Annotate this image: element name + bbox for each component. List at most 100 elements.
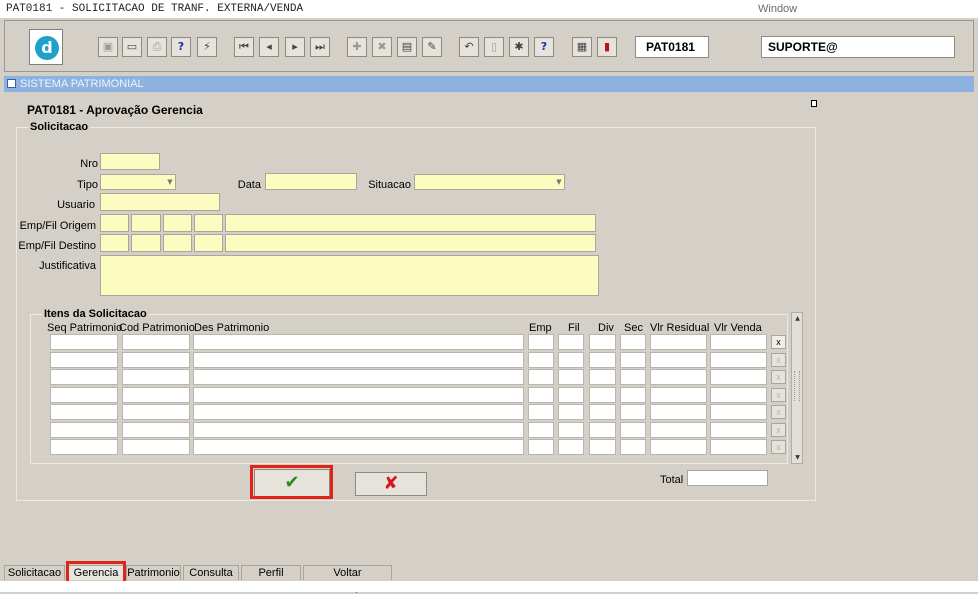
last-record-button[interactable]: ⏭	[310, 37, 330, 57]
query-button[interactable]: ?	[171, 37, 191, 57]
origem-emp-field[interactable]	[100, 214, 129, 232]
table-cell[interactable]	[528, 369, 554, 385]
table-cell[interactable]	[193, 421, 524, 438]
cancel-button[interactable]: ✘	[355, 472, 427, 496]
delete-record-button[interactable]: ✖	[372, 37, 392, 57]
delete-row-button[interactable]: x	[771, 405, 786, 419]
table-cell[interactable]	[122, 334, 190, 350]
destino-desc-field[interactable]	[225, 234, 596, 252]
table-cell[interactable]	[710, 351, 767, 368]
save-button[interactable]: ▣	[98, 37, 118, 57]
table-cell[interactable]	[650, 404, 707, 420]
delete-row-button[interactable]: x	[771, 440, 786, 454]
clear-record-button[interactable]: ▤	[397, 37, 417, 57]
table-cell[interactable]	[620, 334, 646, 350]
table-cell[interactable]	[50, 404, 118, 420]
tab-solicitacao[interactable]: Solicitacao	[4, 565, 65, 580]
table-cell[interactable]	[589, 369, 616, 385]
justificativa-textarea[interactable]	[100, 255, 599, 296]
table-cell[interactable]	[558, 351, 584, 368]
table-cell[interactable]	[650, 369, 707, 385]
table-cell[interactable]	[589, 404, 616, 420]
print-button[interactable]: ⎙	[147, 37, 167, 57]
next-record-button[interactable]: ▸	[285, 37, 305, 57]
delete-row-button[interactable]: x	[771, 335, 786, 349]
table-cell[interactable]	[122, 421, 190, 438]
usuario-field[interactable]	[100, 193, 220, 211]
tab-patrimonio[interactable]: Patrimonio	[126, 565, 181, 580]
table-cell[interactable]	[122, 351, 190, 368]
table-cell[interactable]	[122, 439, 190, 455]
items-scrollbar[interactable]: ▲ ▼	[791, 312, 803, 464]
table-cell[interactable]	[558, 386, 584, 403]
clipboard-button[interactable]: ▯	[484, 37, 504, 57]
table-cell[interactable]	[50, 439, 118, 455]
table-cell[interactable]	[193, 334, 524, 350]
table-cell[interactable]	[589, 386, 616, 403]
scroll-grip[interactable]	[794, 371, 800, 401]
table-cell[interactable]	[620, 351, 646, 368]
origem-div-field[interactable]	[163, 214, 192, 232]
tab-consulta[interactable]: Consulta	[183, 565, 239, 580]
situacao-select[interactable]: ▼	[414, 174, 565, 190]
table-cell[interactable]	[650, 334, 707, 350]
table-cell[interactable]	[528, 421, 554, 438]
table-cell[interactable]	[122, 386, 190, 403]
chevron-down-icon[interactable]: ▼	[165, 175, 175, 189]
table-cell[interactable]	[620, 404, 646, 420]
table-cell[interactable]	[528, 334, 554, 350]
table-cell[interactable]	[528, 386, 554, 403]
origem-sec-field[interactable]	[194, 214, 223, 232]
delete-row-button[interactable]: x	[771, 352, 786, 367]
table-cell[interactable]	[50, 421, 118, 438]
table-cell[interactable]	[710, 386, 767, 403]
table-cell[interactable]	[650, 439, 707, 455]
table-cell[interactable]	[50, 386, 118, 403]
exit-button[interactable]: ▮	[597, 37, 617, 57]
tab-perfil[interactable]: Perfil	[241, 565, 301, 580]
undo-button[interactable]: ↶	[459, 37, 479, 57]
screen-button[interactable]: ▭	[122, 37, 142, 57]
table-cell[interactable]	[558, 439, 584, 455]
table-cell[interactable]	[650, 351, 707, 368]
table-cell[interactable]	[589, 421, 616, 438]
table-cell[interactable]	[193, 404, 524, 420]
delete-row-button[interactable]: x	[771, 370, 786, 384]
insert-record-button[interactable]: ✚	[347, 37, 367, 57]
origem-desc-field[interactable]	[225, 214, 596, 232]
table-cell[interactable]	[710, 421, 767, 438]
table-cell[interactable]	[50, 351, 118, 368]
destino-emp-field[interactable]	[100, 234, 129, 252]
table-cell[interactable]	[710, 369, 767, 385]
table-cell[interactable]	[620, 386, 646, 403]
execute-query-button[interactable]: ⚡	[197, 37, 217, 57]
destino-sec-field[interactable]	[194, 234, 223, 252]
table-cell[interactable]	[528, 439, 554, 455]
tab-voltar-solicita-es[interactable]: Voltar Solicitações	[303, 565, 392, 593]
table-cell[interactable]	[710, 439, 767, 455]
help-button[interactable]: ?	[534, 37, 554, 57]
table-cell[interactable]	[558, 421, 584, 438]
table-cell[interactable]	[589, 351, 616, 368]
prev-record-button[interactable]: ◂	[259, 37, 279, 57]
table-cell[interactable]	[122, 369, 190, 385]
delete-row-button[interactable]: x	[771, 387, 786, 402]
table-cell[interactable]	[528, 404, 554, 420]
origem-fil-field[interactable]	[131, 214, 161, 232]
puzzle-button[interactable]: ✱	[509, 37, 529, 57]
table-cell[interactable]	[50, 369, 118, 385]
table-cell[interactable]	[193, 369, 524, 385]
table-cell[interactable]	[193, 351, 524, 368]
data-field[interactable]	[265, 173, 357, 190]
table-cell[interactable]	[620, 439, 646, 455]
table-cell[interactable]	[650, 386, 707, 403]
table-cell[interactable]	[528, 351, 554, 368]
menu-button[interactable]: ▦	[572, 37, 592, 57]
table-cell[interactable]	[620, 421, 646, 438]
table-cell[interactable]	[558, 334, 584, 350]
clear-form-button[interactable]: ✎	[422, 37, 442, 57]
destino-div-field[interactable]	[163, 234, 192, 252]
table-cell[interactable]	[193, 439, 524, 455]
tipo-select[interactable]: ▼	[100, 174, 176, 190]
table-cell[interactable]	[122, 404, 190, 420]
